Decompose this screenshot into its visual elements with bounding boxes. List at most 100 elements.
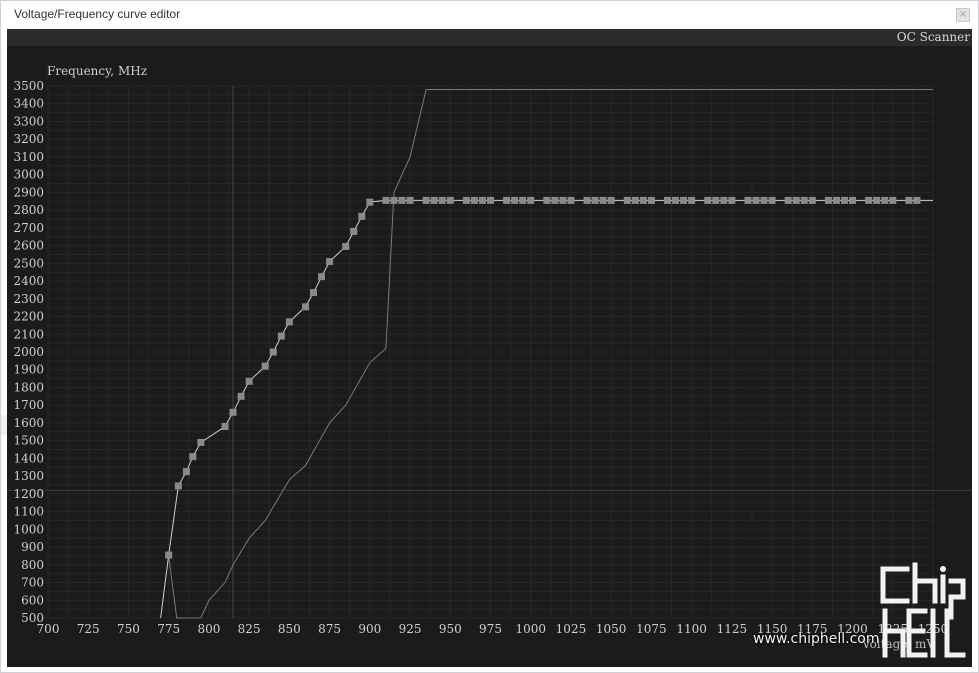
curve-point[interactable] [398,196,406,204]
curve-point[interactable] [623,196,631,204]
curve-point[interactable] [406,196,414,204]
curve-point[interactable] [768,196,776,204]
watermark-url: www.chiphell.com [753,631,880,647]
curve-point[interactable] [174,482,182,490]
curve-point[interactable] [237,392,245,400]
y-tick-label: 1400 [13,451,44,465]
x-tick-label: 1000 [515,622,546,636]
curve-point[interactable] [647,196,655,204]
curve-point[interactable] [277,332,285,340]
curve-point[interactable] [543,196,551,204]
curve-point[interactable] [285,318,293,326]
curve-point[interactable] [873,196,881,204]
curve-point[interactable] [720,196,728,204]
curve-point[interactable] [430,196,438,204]
grid-lines [47,85,934,619]
curve-point[interactable] [462,196,470,204]
curve-point[interactable] [672,196,680,204]
curve-point[interactable] [639,196,647,204]
oc-scanner-button[interactable]: OC Scanner [893,29,970,46]
curve-point[interactable] [599,196,607,204]
x-tick-label: 775 [157,622,180,636]
curve-point[interactable] [261,362,269,370]
curve-point[interactable] [318,273,326,281]
curve-point[interactable] [342,242,350,250]
x-tick-label: 1050 [596,622,627,636]
curve-point[interactable] [527,196,535,204]
curve-point[interactable] [470,196,478,204]
y-tick-label: 1700 [13,398,44,412]
curve-point[interactable] [760,196,768,204]
curve-point[interactable] [310,289,317,297]
curve-point[interactable] [511,196,519,204]
curve-point[interactable] [487,196,494,204]
curve-point[interactable] [221,422,229,430]
x-tick-label: 1125 [717,622,748,636]
curve-point[interactable] [326,258,334,266]
curve-point[interactable] [165,551,173,559]
curve-point[interactable] [744,196,752,204]
curve-point[interactable] [824,196,832,204]
curve-point[interactable] [865,196,873,204]
x-tick-label: 925 [399,622,422,636]
curve-point[interactable] [382,196,390,204]
curve-point[interactable] [784,196,792,204]
curve-point[interactable] [189,453,197,461]
vf-curve-chart[interactable]: 5006007008009001000110012001300140015001… [7,46,972,667]
curve-point[interactable] [752,196,760,204]
curve-point[interactable] [422,196,430,204]
curve-point[interactable] [905,196,913,204]
curve-point[interactable] [728,196,736,204]
curve-point[interactable] [680,196,688,204]
close-button[interactable]: × [956,8,970,22]
curve-point[interactable] [664,196,671,204]
y-tick-label: 1100 [13,505,44,519]
curve-point[interactable] [808,196,816,204]
curve-point[interactable] [849,196,857,204]
curve-point[interactable] [583,196,591,204]
curve-point[interactable] [438,196,446,204]
curve-point[interactable] [631,196,639,204]
curve-point[interactable] [551,196,559,204]
curve-point[interactable] [591,196,599,204]
curve-point[interactable] [519,196,527,204]
curve-point[interactable] [841,196,848,204]
curve-point[interactable] [350,227,358,235]
y-tick-label: 2200 [13,310,44,324]
curve-point[interactable] [889,196,897,204]
curve-point[interactable] [182,468,190,476]
curve-point[interactable] [712,196,720,204]
x-tick-label: 700 [37,622,60,636]
curve-point[interactable] [229,408,237,416]
window-title: Voltage/Frequency curve editor [14,7,181,21]
curve-point[interactable] [446,196,454,204]
curve-point[interactable] [269,348,277,356]
curve-point[interactable] [559,196,567,204]
curve-point[interactable] [704,196,712,204]
y-tick-label: 2600 [13,239,44,253]
curve-point[interactable] [567,196,575,204]
curve-point[interactable] [390,196,398,204]
curve-point[interactable] [832,196,840,204]
curve-point[interactable] [358,212,366,220]
curve-point[interactable] [301,303,309,311]
curve-point[interactable] [503,196,511,204]
y-tick-label: 3500 [13,79,44,93]
y-tick-label: 600 [21,593,44,607]
title-bar[interactable]: Voltage/Frequency curve editor × [1,1,978,28]
curve-point[interactable] [688,196,696,204]
curve-point[interactable] [792,196,800,204]
curve-point[interactable] [881,196,889,204]
curve-point[interactable] [913,196,921,204]
curve-point[interactable] [607,196,615,204]
x-tick-label: 1025 [556,622,587,636]
y-tick-label: 2400 [13,274,44,288]
vf-curve-plot-area[interactable]: 500 600 700 800 900 1000 1100 1200 1300 1400 1500 1… [7,46,972,667]
curve-point[interactable] [800,196,808,204]
y-tick-label: 1800 [13,380,44,394]
curve-point[interactable] [478,196,486,204]
curve-point[interactable] [366,198,374,206]
curve-point[interactable] [245,377,253,385]
y-tick-label: 3100 [13,150,44,164]
curve-point[interactable] [197,438,205,446]
